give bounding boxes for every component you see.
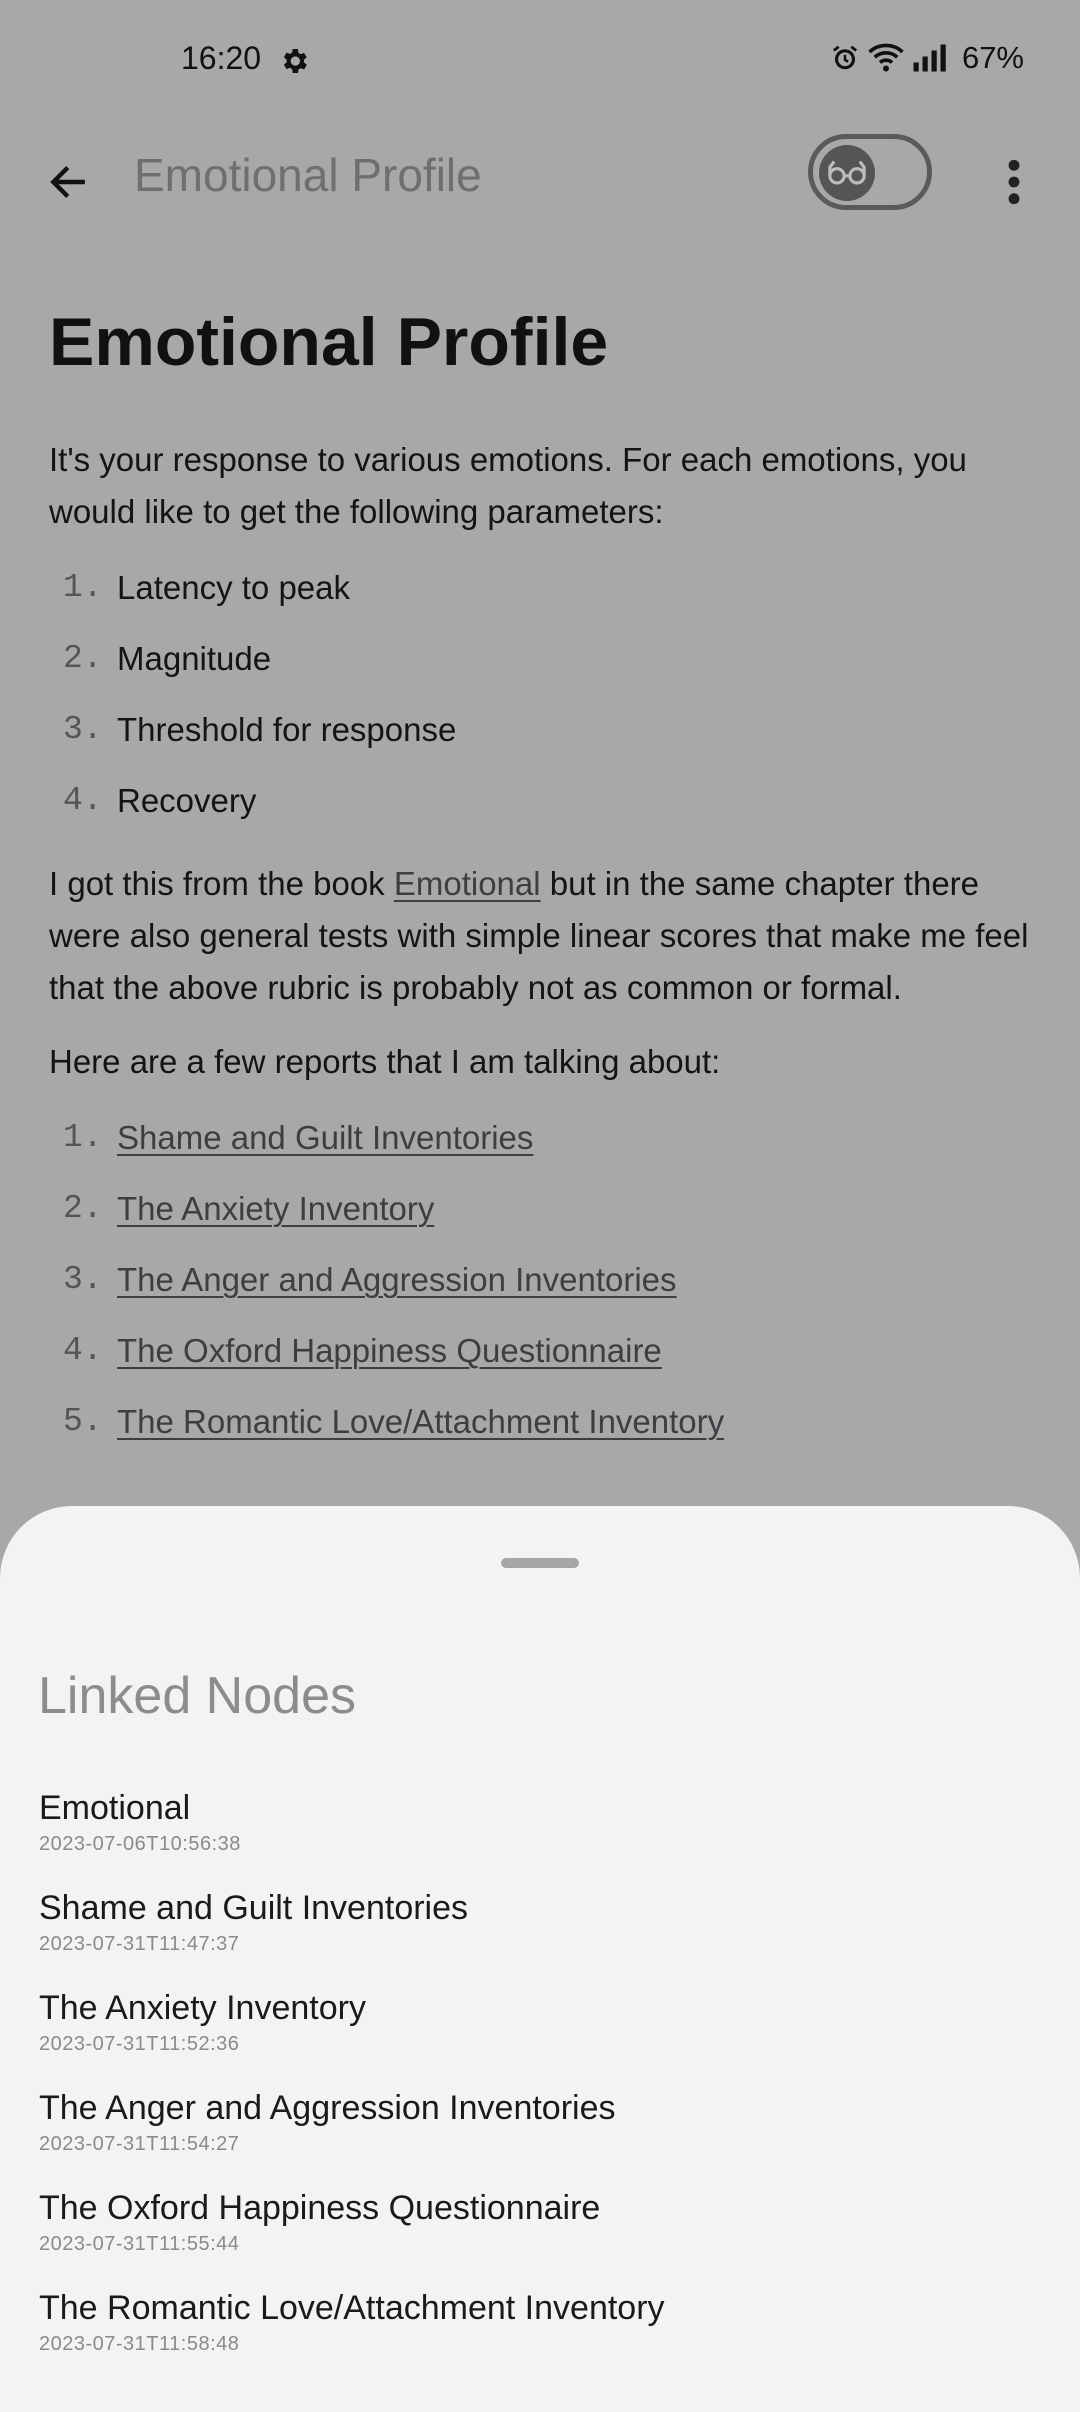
list-item: 3. Threshold for response [63, 711, 457, 748]
linked-node-item[interactable]: Shame and Guilt Inventories 2023-07-31T11… [39, 1886, 1039, 1986]
linked-node-item[interactable]: Emotional 2023-07-06T10:56:38 [39, 1786, 1039, 1886]
more-vert-icon[interactable] [994, 150, 1034, 214]
list-item: 1. Latency to peak [63, 569, 350, 606]
sheet-title: Linked Nodes [38, 1667, 356, 1725]
linked-node-item[interactable]: The Anxiety Inventory 2023-07-31T11:52:36 [39, 1986, 1039, 2086]
list-item[interactable]: 3. The Anger and Aggression Inventories [49, 1244, 1029, 1315]
status-time: 16:20 [181, 40, 262, 76]
parameters-list: 1. Latency to peak 2. Magnitude 3. Threshol… [49, 552, 1029, 836]
settings-gear-icon [278, 45, 310, 77]
signal-icon [912, 43, 948, 73]
report-link: The Oxford Happiness Questionnaire [117, 1332, 662, 1369]
list-item[interactable]: 2. The Anxiety Inventory [49, 1173, 1029, 1244]
status-bar: 16:20 67% [0, 0, 1080, 130]
report-link: Shame and Guilt Inventories [117, 1119, 534, 1156]
report-link: The Romantic Love/Attachment Inventory [117, 1403, 725, 1440]
back-arrow-icon[interactable] [38, 152, 98, 212]
linked-node-item[interactable]: The Oxford Happiness Questionnaire 2023-0… [39, 2186, 1039, 2286]
reading-mode-toggle[interactable] [808, 134, 932, 210]
emotional-book-link[interactable]: Emotional [394, 865, 541, 902]
reports-list: 1. Shame and Guilt Inventories 2. The Anxi… [49, 1102, 1029, 1457]
glasses-icon [819, 145, 875, 201]
note-heading: Emotional Profile [49, 304, 609, 380]
reports-intro: Here are a few reports that I am talking… [49, 1043, 721, 1080]
list-item[interactable]: 4. The Oxford Happiness Questionnaire [49, 1315, 1029, 1386]
linked-node-item[interactable]: The Romantic Love/Attachment Inventory 20… [39, 2286, 1039, 2386]
battery-level: 67% [961, 40, 1024, 75]
report-link: The Anxiety Inventory [117, 1190, 435, 1227]
linked-nodes-list: Emotional 2023-07-06T10:56:38 Shame and G… [39, 1786, 1039, 2386]
linked-nodes-sheet: Linked Nodes Emotional 2023-07-06T10:56:3… [0, 1506, 1080, 2412]
list-item: 4. Recovery [63, 782, 257, 819]
list-item[interactable]: 5. The Romantic Love/Attachment Inventory [49, 1386, 1029, 1457]
wifi-icon [868, 43, 904, 73]
app-bar-title: Emotional Profile [134, 149, 482, 201]
list-item: 2. Magnitude [63, 640, 272, 677]
book-paragraph: I got this from the book Emotional but i… [49, 865, 1029, 1006]
intro-paragraph: It's your response to various emotions. … [49, 441, 967, 530]
note-content: Emotional Profile It's your response to … [49, 300, 1029, 1457]
list-item[interactable]: 1. Shame and Guilt Inventories [49, 1102, 1029, 1173]
alarm-icon [830, 43, 860, 73]
linked-node-item[interactable]: The Anger and Aggression Inventories 2023… [39, 2086, 1039, 2186]
drag-handle[interactable] [501, 1558, 579, 1568]
app-bar: Emotional Profile [0, 130, 1080, 240]
report-link: The Anger and Aggression Inventories [117, 1261, 677, 1298]
